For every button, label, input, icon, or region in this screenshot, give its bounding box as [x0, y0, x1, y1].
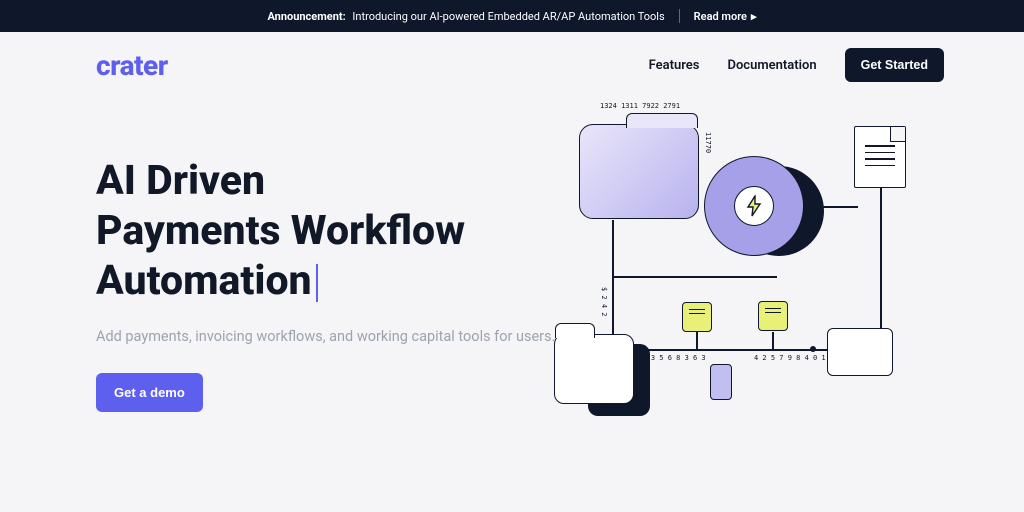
mobile-icon [710, 364, 732, 400]
decor-numbers: $ 2 4 2 [600, 287, 608, 317]
get-started-button[interactable]: Get Started [845, 48, 944, 82]
folder-icon [579, 124, 699, 219]
hero-subtitle: Add payments, invoicing workflows, and w… [96, 328, 564, 345]
hero-illustration: 1324 1311 7922 2791 11770 $ 2 4 2 1 4 3 … [564, 106, 964, 466]
logo[interactable]: crater [96, 49, 168, 82]
processor-circle-icon [704, 156, 804, 256]
folder-icon [554, 334, 634, 404]
hero-section: AI Driven Payments Workflow Automation A… [0, 82, 1024, 466]
note-icon [758, 301, 788, 331]
divider [679, 9, 680, 23]
get-demo-button[interactable]: Get a demo [96, 373, 203, 412]
announcement-label: Announcement: [267, 10, 345, 23]
cursor-icon [316, 264, 318, 302]
note-icon [682, 302, 712, 332]
navbar: crater Features Documentation Get Starte… [0, 32, 1024, 82]
hero-title: AI Driven Payments Workflow Automation [96, 156, 564, 306]
announcement-text: Announcement: Introducing our AI-powered… [267, 10, 664, 23]
lightning-icon [734, 186, 774, 226]
decor-numbers: 1324 1311 7922 2791 [600, 102, 680, 110]
connector-line [696, 332, 698, 349]
nav-documentation[interactable]: Documentation [727, 58, 816, 73]
announcement-bar: Announcement: Introducing our AI-powered… [0, 0, 1024, 32]
read-more-link[interactable]: Read more ▸ [694, 10, 757, 23]
connector-line [612, 276, 777, 278]
connector-line [612, 220, 614, 350]
nav-features[interactable]: Features [649, 58, 700, 73]
connector-dot [810, 346, 816, 352]
chevron-right-icon: ▸ [751, 10, 757, 23]
nav-right: Features Documentation Get Started [649, 48, 944, 82]
card-icon [827, 328, 893, 376]
decor-numbers: 11770 [704, 132, 712, 153]
connector-line [772, 332, 774, 349]
document-icon [854, 126, 906, 188]
hero-left: AI Driven Payments Workflow Automation A… [96, 156, 564, 466]
connector-line [880, 188, 882, 350]
